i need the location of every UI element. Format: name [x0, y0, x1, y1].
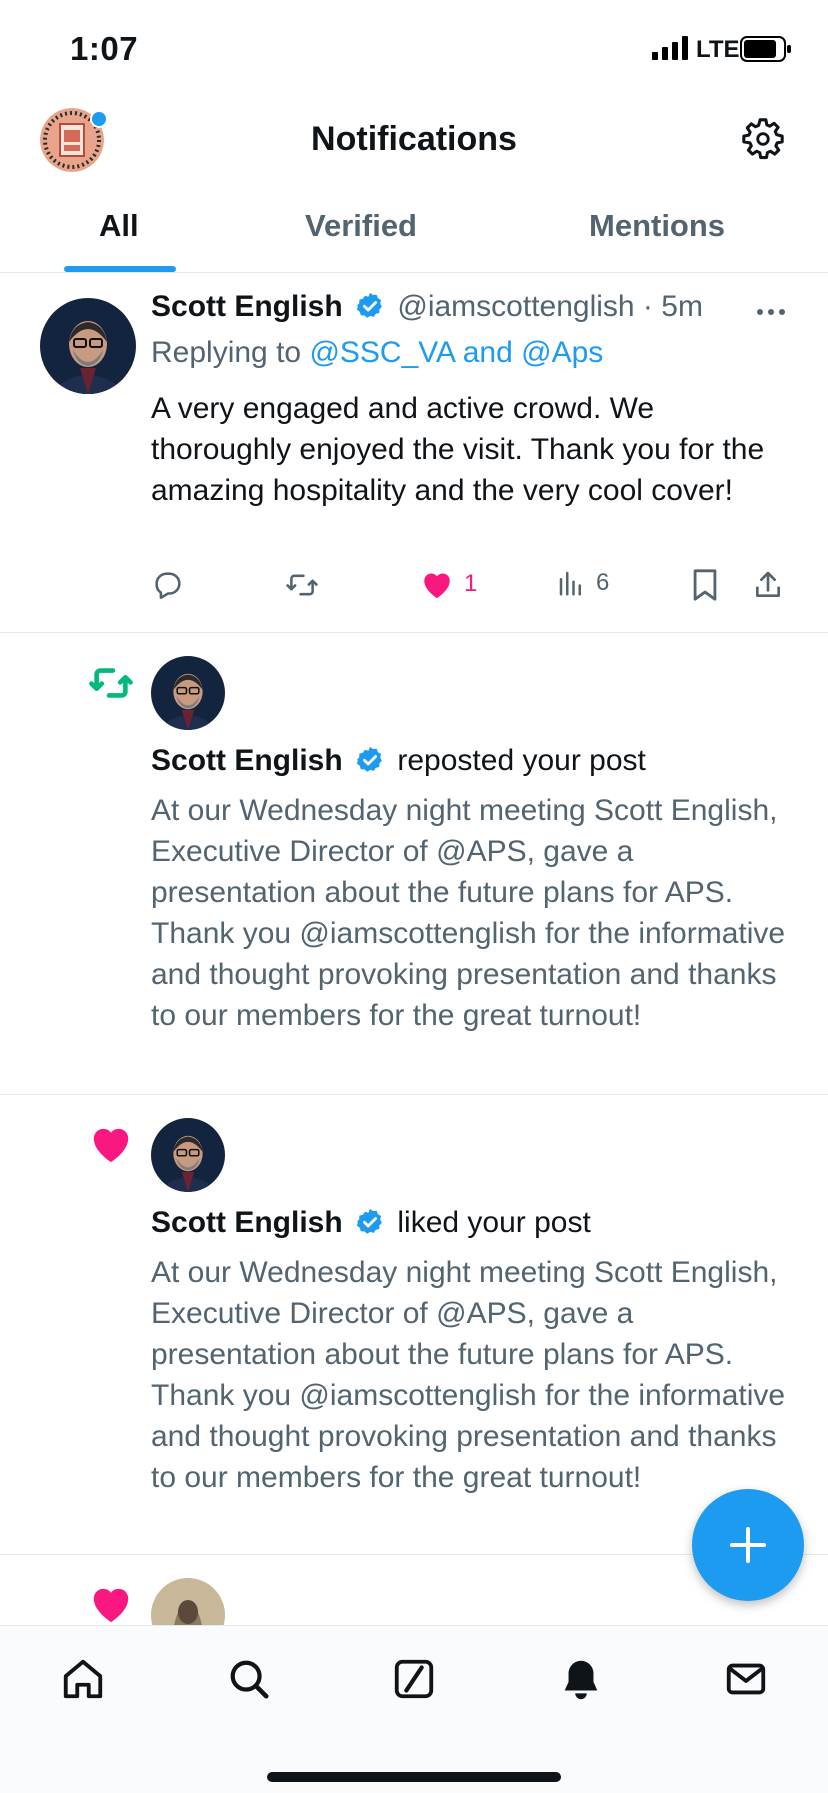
author-name[interactable]: Scott English [151, 1206, 343, 1239]
notification-action: reposted your post [397, 744, 646, 777]
heart-icon [424, 573, 450, 599]
verified-badge-icon [356, 292, 382, 318]
reply-icon [155, 572, 181, 600]
gear-icon[interactable] [740, 116, 786, 162]
tab-all[interactable]: All [99, 208, 139, 244]
notification-tabs: All Verified Mentions [0, 182, 828, 273]
home-icon[interactable] [60, 1656, 106, 1702]
post-time: 5m [661, 290, 703, 323]
compose-button[interactable] [692, 1489, 804, 1601]
heart-icon [93, 1588, 129, 1623]
repost-button[interactable] [284, 568, 320, 602]
views-icon [559, 571, 581, 596]
plus-icon [730, 1527, 766, 1563]
replying-label: Replying to [151, 336, 302, 369]
share-button[interactable] [752, 568, 784, 602]
notification-reply[interactable]: Scott English @iamscottenglish · 5m Repl… [0, 272, 828, 633]
author-avatar[interactable] [40, 298, 136, 394]
bottom-nav [0, 1625, 828, 1793]
meta-separator: · [634, 290, 662, 323]
status-bar: 1:07 LTE [0, 0, 828, 96]
author-name[interactable]: Scott English [151, 744, 343, 777]
repost-icon [286, 574, 318, 596]
like-button[interactable]: 1 [420, 568, 477, 600]
status-time: 1:07 [70, 30, 139, 67]
bookmark-icon [693, 569, 717, 601]
author-avatar[interactable] [151, 1578, 225, 1625]
view-count: 6 [596, 569, 610, 596]
post-text: At our Wednesday night meeting Scott Eng… [151, 794, 786, 1032]
more-icon[interactable] [756, 308, 786, 316]
verified-badge-icon [356, 746, 382, 772]
battery-icon [740, 36, 791, 62]
network-label: LTE [696, 36, 740, 63]
notification-action: liked your post [397, 1206, 591, 1239]
reply-button[interactable] [151, 568, 185, 602]
notification-like[interactable]: Scott English liked your post At our Wed… [0, 1094, 828, 1555]
share-icon [756, 571, 780, 597]
tab-mentions[interactable]: Mentions [589, 208, 725, 244]
page-title: Notifications [311, 120, 517, 158]
author-handle: @iamscottenglish [397, 290, 635, 323]
search-icon[interactable] [226, 1656, 272, 1702]
author-avatar[interactable] [151, 656, 225, 730]
tab-verified[interactable]: Verified [305, 208, 417, 244]
replying-mentions[interactable]: @SSC_VA and @Aps [309, 336, 603, 369]
top-bar: Notifications [0, 96, 828, 182]
notification-repost[interactable]: Scott English reposted your post At our … [0, 632, 828, 1095]
bookmark-button[interactable] [690, 568, 720, 602]
author-avatar[interactable] [151, 1118, 225, 1192]
author-name[interactable]: Scott English [151, 290, 343, 323]
notifications-icon[interactable] [558, 1656, 604, 1702]
replying-to: Replying to @SSC_VA and @Aps [151, 336, 603, 370]
like-count: 1 [464, 570, 478, 597]
verified-badge-icon [356, 1208, 382, 1234]
post-text: At our Wednesday night meeting Scott Eng… [151, 1256, 786, 1494]
home-indicator [267, 1772, 561, 1782]
repost-icon [89, 668, 133, 698]
messages-icon[interactable] [723, 1656, 769, 1702]
views-button[interactable]: 6 [556, 568, 609, 598]
post-text: A very engaged and active crowd. We thor… [151, 392, 765, 507]
heart-icon [93, 1128, 129, 1163]
signal-icon [652, 36, 688, 60]
grok-icon[interactable] [391, 1656, 437, 1702]
